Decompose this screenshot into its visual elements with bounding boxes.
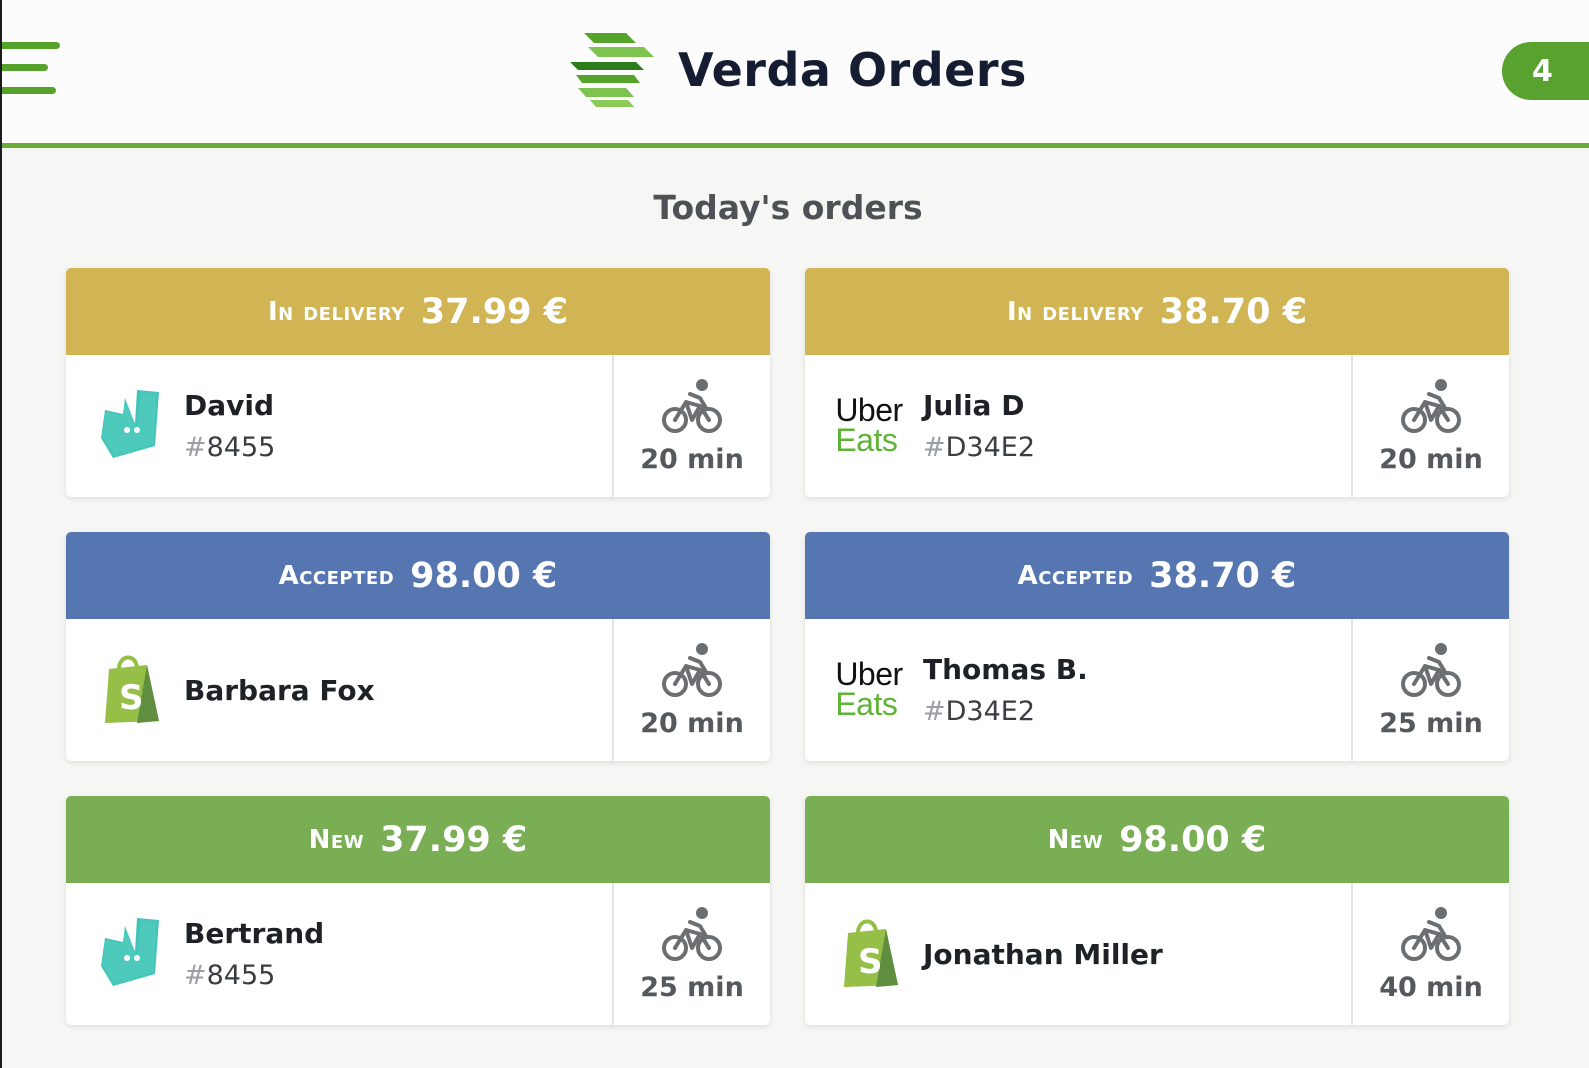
customer-name: Jonathan Miller xyxy=(923,937,1163,971)
uber-logo-line2: Eats xyxy=(835,686,898,722)
platform-logo: Uber Eats xyxy=(829,649,909,729)
order-id: #8455 xyxy=(184,432,275,463)
order-card[interactable]: ACCEPTED 38.70 € Uber Eats Thomas B. #D34E2 25… xyxy=(805,532,1509,761)
order-body: Bertrand #8455 25 min xyxy=(66,883,770,1025)
customer-info: David #8455 xyxy=(184,355,275,497)
order-card[interactable]: IN DELIVERY 37.99 € David #8455 20 min xyxy=(66,268,770,497)
deliveroo-icon xyxy=(101,918,159,986)
bicycle-icon xyxy=(1401,642,1461,697)
order-body: S Jonathan Miller 40 min xyxy=(805,883,1509,1025)
order-id-hash: # xyxy=(923,432,946,463)
delivery-eta: 20 min xyxy=(612,355,770,497)
order-body: S Barbara Fox 20 min xyxy=(66,619,770,761)
platform-logo: S xyxy=(90,649,170,729)
order-status-bar: IN DELIVERY 37.99 € xyxy=(66,268,770,355)
customer-info: Barbara Fox xyxy=(184,619,375,761)
order-id-value: D34E2 xyxy=(945,696,1036,727)
order-status-bar: ACCEPTED 38.70 € xyxy=(805,532,1509,619)
order-status-bar: IN DELIVERY 38.70 € xyxy=(805,268,1509,355)
delivery-eta: 25 min xyxy=(612,883,770,1025)
customer-info: Jonathan Miller xyxy=(923,883,1163,1025)
app-title: Verda Orders xyxy=(678,43,1027,97)
order-status-bar: NEW 37.99 € xyxy=(66,796,770,883)
bicycle-icon xyxy=(1401,906,1461,961)
uber-eats-logo: Uber Eats xyxy=(835,392,903,458)
order-id-value: D34E2 xyxy=(945,432,1036,463)
order-id: #D34E2 xyxy=(923,696,1088,727)
uber-logo-line2: Eats xyxy=(835,422,898,458)
order-status-bar: NEW 98.00 € xyxy=(805,796,1509,883)
svg-text:S: S xyxy=(858,942,883,982)
shopify-icon: S xyxy=(844,919,898,987)
order-card[interactable]: IN DELIVERY 38.70 € Uber Eats Julia D #D34E2 2… xyxy=(805,268,1509,497)
customer-name: Thomas B. xyxy=(923,653,1088,686)
order-id: #D34E2 xyxy=(923,432,1035,463)
customer-info: Bertrand #8455 xyxy=(184,883,324,1025)
order-body: Uber Eats Julia D #D34E2 20 min xyxy=(805,355,1509,497)
order-card[interactable]: NEW 37.99 € Bertrand #8455 25 min xyxy=(66,796,770,1025)
shopify-icon: S xyxy=(105,655,159,723)
uber-logo-line1: Uber xyxy=(835,656,903,692)
order-id-value: 8455 xyxy=(206,432,276,463)
order-status: ACCEPTED xyxy=(278,560,395,591)
order-status: IN DELIVERY xyxy=(267,296,405,327)
eta-text: 20 min xyxy=(640,443,744,475)
page-title: Today's orders xyxy=(653,188,923,227)
order-id-hash: # xyxy=(184,432,207,463)
order-id-hash: # xyxy=(923,696,946,727)
delivery-eta: 20 min xyxy=(1351,355,1509,497)
verda-logo-icon xyxy=(570,33,654,107)
eta-text: 40 min xyxy=(1379,971,1483,1003)
hamburger-menu-icon[interactable] xyxy=(2,40,62,98)
eta-text: 20 min xyxy=(1379,443,1483,475)
order-card[interactable]: NEW 98.00 € S Jonathan Miller 40 min xyxy=(805,796,1509,1025)
notification-count-badge[interactable]: 4 xyxy=(1502,42,1589,100)
notification-count: 4 xyxy=(1532,53,1553,89)
uber-logo-line1: Uber xyxy=(835,392,903,428)
bicycle-icon xyxy=(662,906,722,961)
order-id-hash: # xyxy=(184,960,207,991)
order-body: Uber Eats Thomas B. #D34E2 25 min xyxy=(805,619,1509,761)
order-price: 38.70 € xyxy=(1149,555,1297,596)
deliveroo-icon xyxy=(101,390,159,458)
customer-name: Julia D xyxy=(923,389,1025,422)
order-status: IN DELIVERY xyxy=(1006,296,1144,327)
delivery-eta: 25 min xyxy=(1351,619,1509,761)
order-card[interactable]: ACCEPTED 98.00 € S Barbara Fox 20 min xyxy=(66,532,770,761)
platform-logo: S xyxy=(829,913,909,993)
order-id: #8455 xyxy=(184,960,324,991)
order-price: 38.70 € xyxy=(1159,291,1308,332)
customer-name: Bertrand xyxy=(184,917,325,950)
customer-name: Barbara Fox xyxy=(184,673,375,707)
customer-info: Thomas B. #D34E2 xyxy=(923,619,1088,761)
order-id-value: 8455 xyxy=(206,960,276,991)
eta-text: 25 min xyxy=(1379,707,1483,739)
customer-info: Julia D #D34E2 xyxy=(923,355,1035,497)
order-status: ACCEPTED xyxy=(1017,560,1134,591)
order-price: 98.00 € xyxy=(410,555,558,596)
eta-text: 20 min xyxy=(640,707,744,739)
order-body: David #8455 20 min xyxy=(66,355,770,497)
svg-text:S: S xyxy=(119,678,144,718)
platform-logo xyxy=(90,913,170,993)
order-price: 98.00 € xyxy=(1119,819,1267,860)
order-status: NEW xyxy=(308,824,365,855)
platform-logo xyxy=(90,385,170,465)
order-status: NEW xyxy=(1047,824,1104,855)
brand: Verda Orders xyxy=(564,30,1027,110)
bicycle-icon xyxy=(662,642,722,697)
order-price: 37.99 € xyxy=(380,819,528,860)
customer-name: David xyxy=(184,389,275,422)
eta-text: 25 min xyxy=(640,971,744,1003)
app-header: Verda Orders 4 xyxy=(2,0,1589,148)
bicycle-icon xyxy=(662,378,722,433)
order-price: 37.99 € xyxy=(420,291,569,332)
platform-logo: Uber Eats xyxy=(829,385,909,465)
delivery-eta: 20 min xyxy=(612,619,770,761)
bicycle-icon xyxy=(1401,378,1461,433)
order-status-bar: ACCEPTED 98.00 € xyxy=(66,532,770,619)
delivery-eta: 40 min xyxy=(1351,883,1509,1025)
uber-eats-logo: Uber Eats xyxy=(835,656,903,722)
